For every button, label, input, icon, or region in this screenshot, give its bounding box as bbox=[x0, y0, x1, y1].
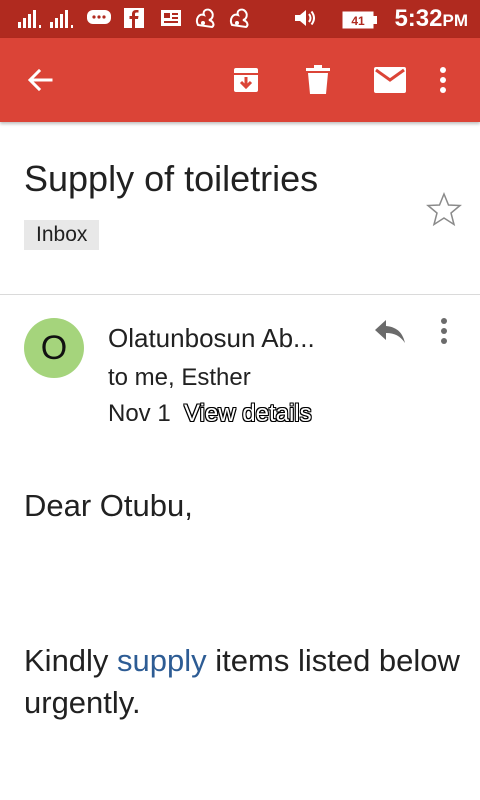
header-divider bbox=[0, 294, 480, 295]
uc-browser-icon-2 bbox=[228, 7, 252, 29]
reply-button[interactable] bbox=[372, 316, 408, 348]
signal-icon-2 bbox=[50, 7, 76, 29]
status-time-value: 5:32 bbox=[394, 5, 443, 32]
delete-icon bbox=[306, 65, 330, 94]
body-link-supply[interactable]: supply bbox=[117, 643, 207, 678]
archive-icon bbox=[234, 68, 258, 92]
message-icon bbox=[86, 7, 112, 29]
recipients: to me, Esther bbox=[108, 364, 251, 391]
status-bar: 41 5:32PM bbox=[0, 0, 480, 38]
star-icon bbox=[426, 192, 462, 227]
sender-name[interactable]: Olatunbosun Ab... bbox=[108, 323, 315, 354]
more-options-button[interactable] bbox=[421, 58, 465, 102]
more-vert-icon bbox=[440, 67, 446, 93]
inbox-label-chip[interactable]: Inbox bbox=[24, 220, 100, 250]
message-more-button[interactable] bbox=[430, 316, 458, 348]
email-subject: Supply of toiletries bbox=[24, 158, 319, 199]
uc-browser-icon bbox=[194, 7, 218, 29]
battery-level: 41 bbox=[351, 14, 365, 28]
email-date: Nov 1 bbox=[108, 400, 171, 427]
back-arrow-icon bbox=[27, 68, 53, 92]
body-text-before: Kindly bbox=[24, 643, 118, 678]
reply-icon bbox=[375, 320, 405, 343]
toolbar bbox=[0, 38, 480, 122]
signal-icon bbox=[18, 7, 44, 29]
facebook-icon bbox=[124, 7, 144, 29]
back-button[interactable] bbox=[18, 58, 62, 102]
star-button[interactable] bbox=[424, 190, 464, 230]
mark-unread-button[interactable] bbox=[368, 58, 412, 102]
delete-button[interactable] bbox=[296, 58, 340, 102]
more-vert-icon bbox=[441, 318, 447, 344]
body-greeting: Dear Otubu, bbox=[24, 488, 193, 523]
status-time-ampm: PM bbox=[442, 11, 469, 30]
archive-button[interactable] bbox=[224, 58, 268, 102]
status-time: 5:32PM bbox=[394, 5, 468, 33]
volume-icon bbox=[293, 7, 317, 29]
mark-unread-icon bbox=[374, 67, 406, 93]
battery-icon: 41 bbox=[342, 9, 378, 31]
sender-avatar[interactable]: O bbox=[24, 318, 84, 378]
body-paragraph: Kindly supply items listed below urgentl… bbox=[24, 640, 464, 724]
news-icon bbox=[160, 7, 182, 29]
view-details-link[interactable]: View details bbox=[184, 400, 312, 428]
